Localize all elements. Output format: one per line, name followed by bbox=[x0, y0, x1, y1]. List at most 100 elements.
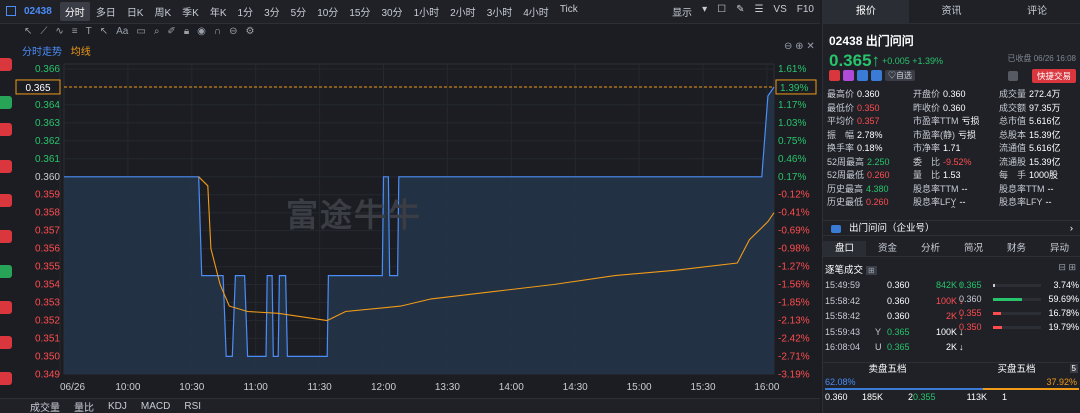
dist-price: 0.365 bbox=[959, 280, 982, 290]
text-tool-icon[interactable]: T bbox=[86, 26, 92, 37]
stat-cell: 历史最高 4.380 bbox=[827, 183, 913, 197]
y-tick-label: 0.360 bbox=[35, 172, 60, 183]
stat-label: 总股本 bbox=[999, 129, 1027, 140]
magnet-icon[interactable]: ∩ bbox=[214, 26, 221, 37]
stat-value: -- bbox=[961, 183, 968, 194]
dist-bar bbox=[993, 311, 1041, 315]
stat-cell: 总市值 5.616亿 bbox=[999, 115, 1079, 129]
detail-tabs: 盘口 资金 分析 简况 财务 异动 bbox=[823, 241, 1080, 257]
indicator-tab[interactable]: 成交量 bbox=[30, 399, 60, 413]
timeframe-tab[interactable]: 日K bbox=[122, 2, 149, 21]
watchlist-button[interactable]: ♡自选 bbox=[885, 70, 915, 81]
sell-side-title: 卖盘五档 bbox=[868, 364, 907, 375]
stat-row: 52周最高 2.250 委 比 -9.52% 流通股 15.39亿 bbox=[827, 156, 1079, 170]
expand-icon[interactable]: ⌃ bbox=[949, 205, 957, 216]
timeframe-tab[interactable]: 年K bbox=[205, 2, 232, 21]
orderbook-cell: 1 bbox=[1001, 392, 1007, 402]
lock-icon[interactable]: 🔒︎ bbox=[184, 26, 189, 37]
watchlist-badge[interactable] bbox=[0, 230, 12, 243]
indicator-tab[interactable]: MACD bbox=[141, 401, 170, 412]
panel-tab[interactable]: 评论 bbox=[994, 0, 1080, 23]
timeframe-tab[interactable]: 季K bbox=[177, 2, 204, 21]
timeframe-tab[interactable]: 3分 bbox=[259, 2, 285, 21]
stat-label: 52周最低 bbox=[827, 170, 865, 180]
dist-bar bbox=[993, 325, 1041, 329]
fib-tool-icon[interactable]: ≡ bbox=[72, 26, 78, 37]
quick-trade-button[interactable]: 快捷交易 bbox=[1031, 69, 1076, 83]
detail-tab[interactable]: 盘口 bbox=[823, 241, 866, 256]
timeframe-tab[interactable]: 15分 bbox=[344, 2, 375, 21]
watchlist-badge[interactable] bbox=[0, 336, 12, 349]
timeframe-tab[interactable]: 4小时 bbox=[518, 2, 554, 21]
timeframe-tab[interactable]: 分时 bbox=[59, 2, 90, 21]
timeframe-tab[interactable]: 10分 bbox=[312, 2, 343, 21]
doc-icon bbox=[871, 70, 882, 81]
arrow-tool-icon[interactable]: ↖ bbox=[100, 26, 108, 37]
timeframe-tab[interactable]: Tick bbox=[555, 2, 583, 21]
dist-price: 0.350 bbox=[959, 322, 982, 332]
delete-icon[interactable]: ⊖ bbox=[229, 26, 237, 37]
f10-button[interactable]: F10 bbox=[797, 4, 814, 19]
panel-tab[interactable]: 资讯 bbox=[909, 0, 995, 23]
indicator-tab[interactable]: RSI bbox=[184, 401, 201, 412]
timeframe-tab[interactable]: 5分 bbox=[286, 2, 312, 21]
detail-tab[interactable]: 资金 bbox=[866, 241, 909, 256]
timeframe-tab[interactable]: 30分 bbox=[376, 2, 407, 21]
stat-cell: 市盈率(静) 亏损 bbox=[913, 129, 999, 143]
timeframe-tab[interactable]: 2小时 bbox=[445, 2, 481, 21]
panel-controls[interactable]: ⊟ ⊞ bbox=[1058, 262, 1076, 273]
watchlist-badge[interactable] bbox=[0, 123, 12, 136]
layout-icon[interactable] bbox=[6, 6, 16, 16]
timeframe-tab[interactable]: 3小时 bbox=[482, 2, 518, 21]
watchlist-badge[interactable] bbox=[0, 96, 12, 109]
brush-icon[interactable]: ✐ bbox=[167, 26, 175, 37]
zoom-icon[interactable]: ⌕ bbox=[154, 26, 160, 37]
watchlist-badge[interactable] bbox=[0, 372, 12, 385]
timeframe-tab[interactable]: 1分 bbox=[233, 2, 259, 21]
stat-value: 0.350 bbox=[857, 102, 880, 113]
detail-tab[interactable]: 分析 bbox=[909, 241, 952, 256]
vs-button[interactable]: VS bbox=[773, 4, 786, 19]
y-tick-label: 0.361 bbox=[35, 154, 60, 165]
timeframe-tab[interactable]: 1小时 bbox=[409, 2, 445, 21]
stat-cell: 流通股 15.39亿 bbox=[999, 156, 1079, 170]
watchlist-badge[interactable] bbox=[0, 58, 12, 71]
watchlist-badge[interactable] bbox=[0, 301, 12, 314]
wave-tool-icon[interactable]: ∿ bbox=[55, 26, 63, 37]
y2-tick-label: 0.75% bbox=[778, 136, 806, 147]
detail-tab[interactable]: 简况 bbox=[952, 241, 995, 256]
eye-icon[interactable]: ◉ bbox=[197, 26, 206, 37]
line-tool-icon[interactable]: ⟋ bbox=[40, 26, 47, 37]
settings-icon[interactable]: ⚙ bbox=[245, 26, 254, 37]
y2-tick-label: -3.19% bbox=[778, 369, 810, 380]
detail-tab[interactable]: 异动 bbox=[1038, 241, 1080, 256]
price-distribution: 0.365 3.74% 0.360 59.69% 0.355 16.78% 0.350 19.… bbox=[959, 278, 1079, 334]
indicator-tab[interactable]: KDJ bbox=[108, 401, 127, 412]
display-dropdown[interactable]: 显示 bbox=[672, 4, 692, 19]
pen-icon[interactable]: ✎ bbox=[736, 4, 744, 19]
stat-row: 振 幅 2.78% 市盈率(静) 亏损 总股本 15.39亿 bbox=[827, 129, 1079, 143]
chart-controls[interactable]: ⊖ ⊕ ✕ bbox=[784, 41, 815, 52]
indicator-tab[interactable]: 量比 bbox=[74, 399, 94, 413]
square-icon[interactable]: ☐ bbox=[717, 4, 726, 19]
watchlist-badge[interactable] bbox=[0, 265, 12, 278]
panel-tab[interactable]: 报价 bbox=[823, 0, 909, 23]
font-icon[interactable]: Aa bbox=[116, 26, 128, 37]
chevron-down-icon[interactable]: ▾ bbox=[702, 4, 707, 19]
y-tick-label: 0.349 bbox=[35, 369, 60, 380]
cursor-icon[interactable]: ↖ bbox=[24, 26, 32, 37]
dist-pct: 3.74% bbox=[1053, 280, 1079, 290]
timeframe-tab[interactable]: 周K bbox=[149, 2, 176, 21]
detail-tab[interactable]: 财务 bbox=[995, 241, 1038, 256]
trade-volume: 2K bbox=[945, 342, 957, 352]
comment-icon[interactable]: ▭ bbox=[136, 26, 145, 37]
chart-toolbar: 02438 分时 多日 日K 周K 季K 年K 1分 3分 5分 10分 15分 30分 1小时 2小时 3… bbox=[0, 0, 820, 24]
corp-account-link[interactable]: 出门问问（企业号） › bbox=[823, 220, 1080, 236]
orderbook-cell: 0.360 bbox=[825, 392, 848, 402]
watchlist-badge[interactable] bbox=[0, 160, 12, 173]
menu-icon[interactable]: ☰ bbox=[754, 4, 763, 19]
alert-icon[interactable] bbox=[1008, 71, 1018, 81]
watchlist-badge[interactable] bbox=[0, 194, 12, 207]
timeframe-tab[interactable]: 多日 bbox=[91, 2, 121, 21]
y-tick-label: 0.355 bbox=[35, 262, 60, 273]
